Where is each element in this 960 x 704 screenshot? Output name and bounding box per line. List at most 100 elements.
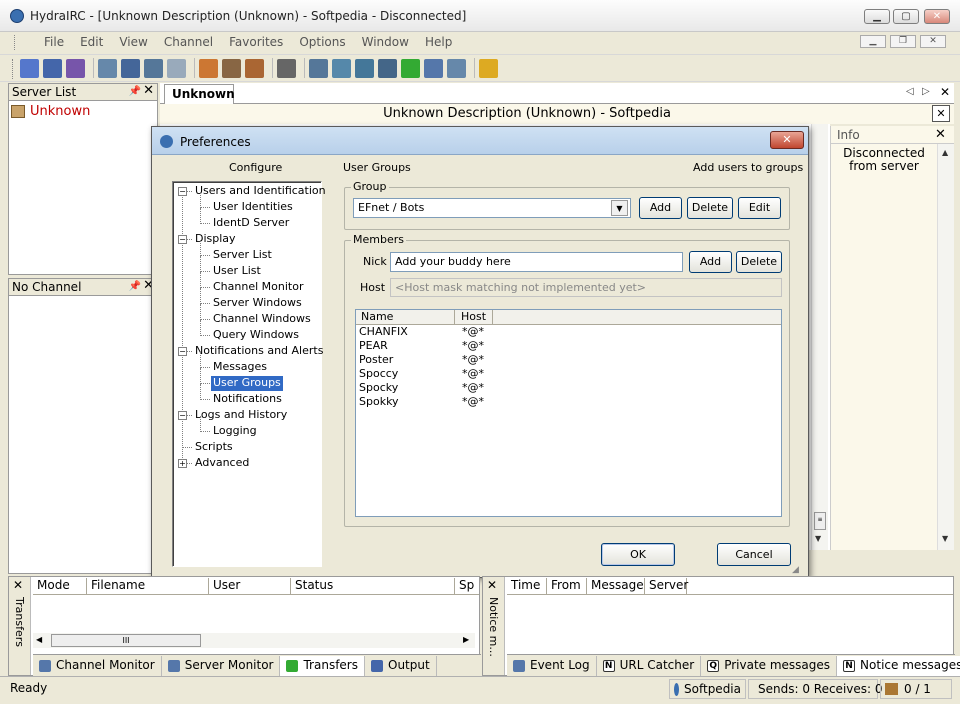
- resize-grip[interactable]: ◢: [792, 565, 799, 575]
- notice-icon[interactable]: [424, 58, 443, 78]
- tree-expander-icon[interactable]: −: [178, 187, 187, 196]
- column-status[interactable]: Status: [291, 578, 455, 594]
- connect-icon[interactable]: [20, 58, 39, 78]
- tab-transfers[interactable]: Transfers: [280, 655, 365, 676]
- search-icon[interactable]: [222, 58, 241, 78]
- tab-server-monitor[interactable]: Server Monitor: [162, 655, 281, 676]
- maximize-button[interactable]: ▢: [893, 9, 919, 24]
- column-name[interactable]: Name: [361, 310, 393, 324]
- menu-view[interactable]: View: [119, 35, 147, 49]
- menu-window[interactable]: Window: [362, 35, 409, 49]
- scroll-right-icon[interactable]: ▶: [463, 635, 469, 644]
- channel-list-icon[interactable]: [332, 58, 351, 78]
- menu-edit[interactable]: Edit: [80, 35, 103, 49]
- nick-input[interactable]: Add your buddy here: [390, 252, 683, 272]
- menu-help[interactable]: Help: [425, 35, 452, 49]
- group-edit-button[interactable]: Edit: [738, 197, 781, 219]
- transfers-icon[interactable]: [401, 58, 420, 78]
- tree-item[interactable]: User Identities: [211, 200, 295, 215]
- members-list[interactable]: Name Host CHANFIX *@* PEAR *@* Poster *@* Spoc…: [355, 309, 782, 517]
- tab-unknown[interactable]: Unknown: [164, 84, 235, 105]
- table-row[interactable]: CHANFIX *@*: [356, 325, 781, 339]
- member-delete-button[interactable]: Delete: [736, 251, 782, 273]
- tab-notice-messages[interactable]: N Notice messages: [837, 655, 960, 676]
- tab-private-messages[interactable]: Q Private messages: [701, 655, 838, 676]
- column-host[interactable]: Host: [461, 310, 486, 324]
- close-button[interactable]: ✕: [924, 9, 950, 24]
- server-list-icon[interactable]: [309, 58, 328, 78]
- menu-channel[interactable]: Channel: [164, 35, 213, 49]
- tree-item[interactable]: Channel Windows: [211, 312, 313, 327]
- channel-monitor-icon[interactable]: [355, 58, 374, 78]
- column-user[interactable]: User: [209, 578, 291, 594]
- tree-item[interactable]: Users and Identification: [193, 184, 328, 199]
- pin-icon[interactable]: 📌: [129, 84, 141, 100]
- column-filename[interactable]: Filename: [87, 578, 209, 594]
- column-from[interactable]: From: [547, 578, 587, 594]
- mdi-restore-button[interactable]: ❐: [890, 35, 916, 48]
- tree-item[interactable]: Advanced: [193, 456, 251, 471]
- tree-item[interactable]: User Groups: [211, 376, 283, 391]
- tree-item[interactable]: User List: [211, 264, 263, 279]
- scroll-down-icon[interactable]: ▼: [942, 534, 948, 543]
- table-row[interactable]: PEAR *@*: [356, 339, 781, 353]
- tree-item[interactable]: Server Windows: [211, 296, 304, 311]
- server-monitor-icon[interactable]: [378, 58, 397, 78]
- channel-close-button[interactable]: ✕: [932, 105, 950, 122]
- mdi-close-button[interactable]: ✕: [920, 35, 946, 48]
- menu-file[interactable]: File: [44, 35, 64, 49]
- group-delete-button[interactable]: Delete: [687, 197, 733, 219]
- tree-item[interactable]: Notifications and Alerts: [193, 344, 325, 359]
- table-row[interactable]: Spokky *@*: [356, 395, 781, 409]
- scroll-thumb[interactable]: III: [51, 634, 201, 647]
- tree-item[interactable]: IdentD Server: [211, 216, 291, 231]
- column-message[interactable]: Message: [587, 578, 645, 594]
- pen-icon[interactable]: [479, 58, 498, 78]
- tree-item[interactable]: Channel Monitor: [211, 280, 305, 295]
- group-select[interactable]: EFnet / Bots ▼: [353, 198, 631, 218]
- tab-url-catcher[interactable]: N URL Catcher: [597, 655, 702, 676]
- favorites-icon[interactable]: [245, 58, 264, 78]
- tile-horizontal-icon[interactable]: [144, 58, 163, 78]
- tab-scroll-left-icon[interactable]: ◁: [906, 86, 914, 97]
- tab-channel-monitor[interactable]: Channel Monitor: [33, 655, 162, 676]
- transfers-hscrollbar[interactable]: ◀ III ▶: [33, 633, 475, 648]
- dialog-close-button[interactable]: ✕: [770, 131, 804, 149]
- arrange-icon[interactable]: [167, 58, 186, 78]
- tab-close-icon[interactable]: ✕: [940, 85, 950, 99]
- app-icon[interactable]: [10, 9, 24, 23]
- column-server[interactable]: Server: [645, 578, 688, 594]
- tab-output[interactable]: Output: [365, 655, 437, 676]
- tree-item[interactable]: Logging: [211, 424, 259, 439]
- tree-item[interactable]: Query Windows: [211, 328, 301, 343]
- scroll-thumb[interactable]: ≡: [814, 512, 826, 530]
- users-icon[interactable]: [199, 58, 218, 78]
- chevron-down-icon[interactable]: ▼: [611, 200, 628, 216]
- close-icon[interactable]: ✕: [487, 578, 497, 592]
- reconnect-icon[interactable]: [66, 58, 85, 78]
- info-scrollbar[interactable]: ▲ ▼: [937, 144, 954, 550]
- column-mode[interactable]: Mode: [33, 578, 87, 594]
- query-icon[interactable]: [447, 58, 466, 78]
- minimize-button[interactable]: ▁: [864, 9, 890, 24]
- tree-item[interactable]: Logs and History: [193, 408, 289, 423]
- scroll-up-icon[interactable]: ▲: [942, 148, 948, 157]
- tab-scroll-right-icon[interactable]: ▷: [922, 86, 930, 97]
- tree-expander-icon[interactable]: −: [178, 235, 187, 244]
- channel-scrollbar[interactable]: ≡ ▼: [811, 124, 828, 550]
- group-add-button[interactable]: Add: [639, 197, 682, 219]
- member-add-button[interactable]: Add: [689, 251, 732, 273]
- mdi-minimize-button[interactable]: ▁: [860, 35, 886, 48]
- close-icon[interactable]: ✕: [13, 578, 23, 592]
- close-icon[interactable]: ✕: [935, 127, 946, 142]
- tree-expander-icon[interactable]: −: [178, 347, 187, 356]
- menu-favorites[interactable]: Favorites: [229, 35, 283, 49]
- preferences-tree[interactable]: Users and Identification − User Identities…: [172, 181, 326, 567]
- sound-icon[interactable]: [277, 58, 296, 78]
- tree-item[interactable]: Server List: [211, 248, 274, 263]
- table-row[interactable]: Spocky *@*: [356, 381, 781, 395]
- table-row[interactable]: Spoccy *@*: [356, 367, 781, 381]
- column-speed[interactable]: Sp: [455, 578, 479, 594]
- scroll-down-icon[interactable]: ▼: [815, 534, 821, 543]
- table-row[interactable]: Poster *@*: [356, 353, 781, 367]
